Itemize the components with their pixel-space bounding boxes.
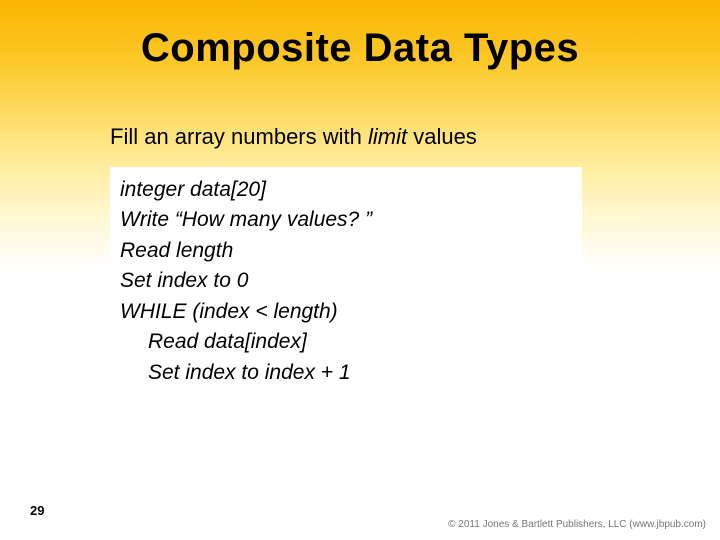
code-box: integer data[20] Write “How many values?…	[110, 167, 582, 398]
code-line-indent: Read data[index]	[120, 327, 307, 357]
code-line: Write “How many values? ”	[120, 205, 572, 235]
subtitle-italic: limit	[368, 124, 407, 149]
slide: Composite Data Types Fill an array numbe…	[0, 0, 720, 540]
subtitle-prefix: Fill an array numbers with	[110, 124, 368, 149]
code-line: integer data[20]	[120, 175, 572, 205]
code-line: Read data[index]	[120, 327, 572, 357]
copyright-footer: © 2011 Jones & Bartlett Publishers, LLC …	[448, 519, 706, 530]
page-number: 29	[30, 503, 44, 518]
slide-title: Composite Data Types	[0, 26, 720, 71]
slide-subtitle: Fill an array numbers with limit values	[110, 124, 477, 150]
code-line-indent: Set index to index + 1	[120, 358, 351, 388]
code-line: Set index to 0	[120, 266, 572, 296]
code-line: Set index to index + 1	[120, 358, 572, 388]
code-line: WHILE (index < length)	[120, 297, 572, 327]
subtitle-suffix: values	[407, 124, 477, 149]
code-line: Read length	[120, 236, 572, 266]
